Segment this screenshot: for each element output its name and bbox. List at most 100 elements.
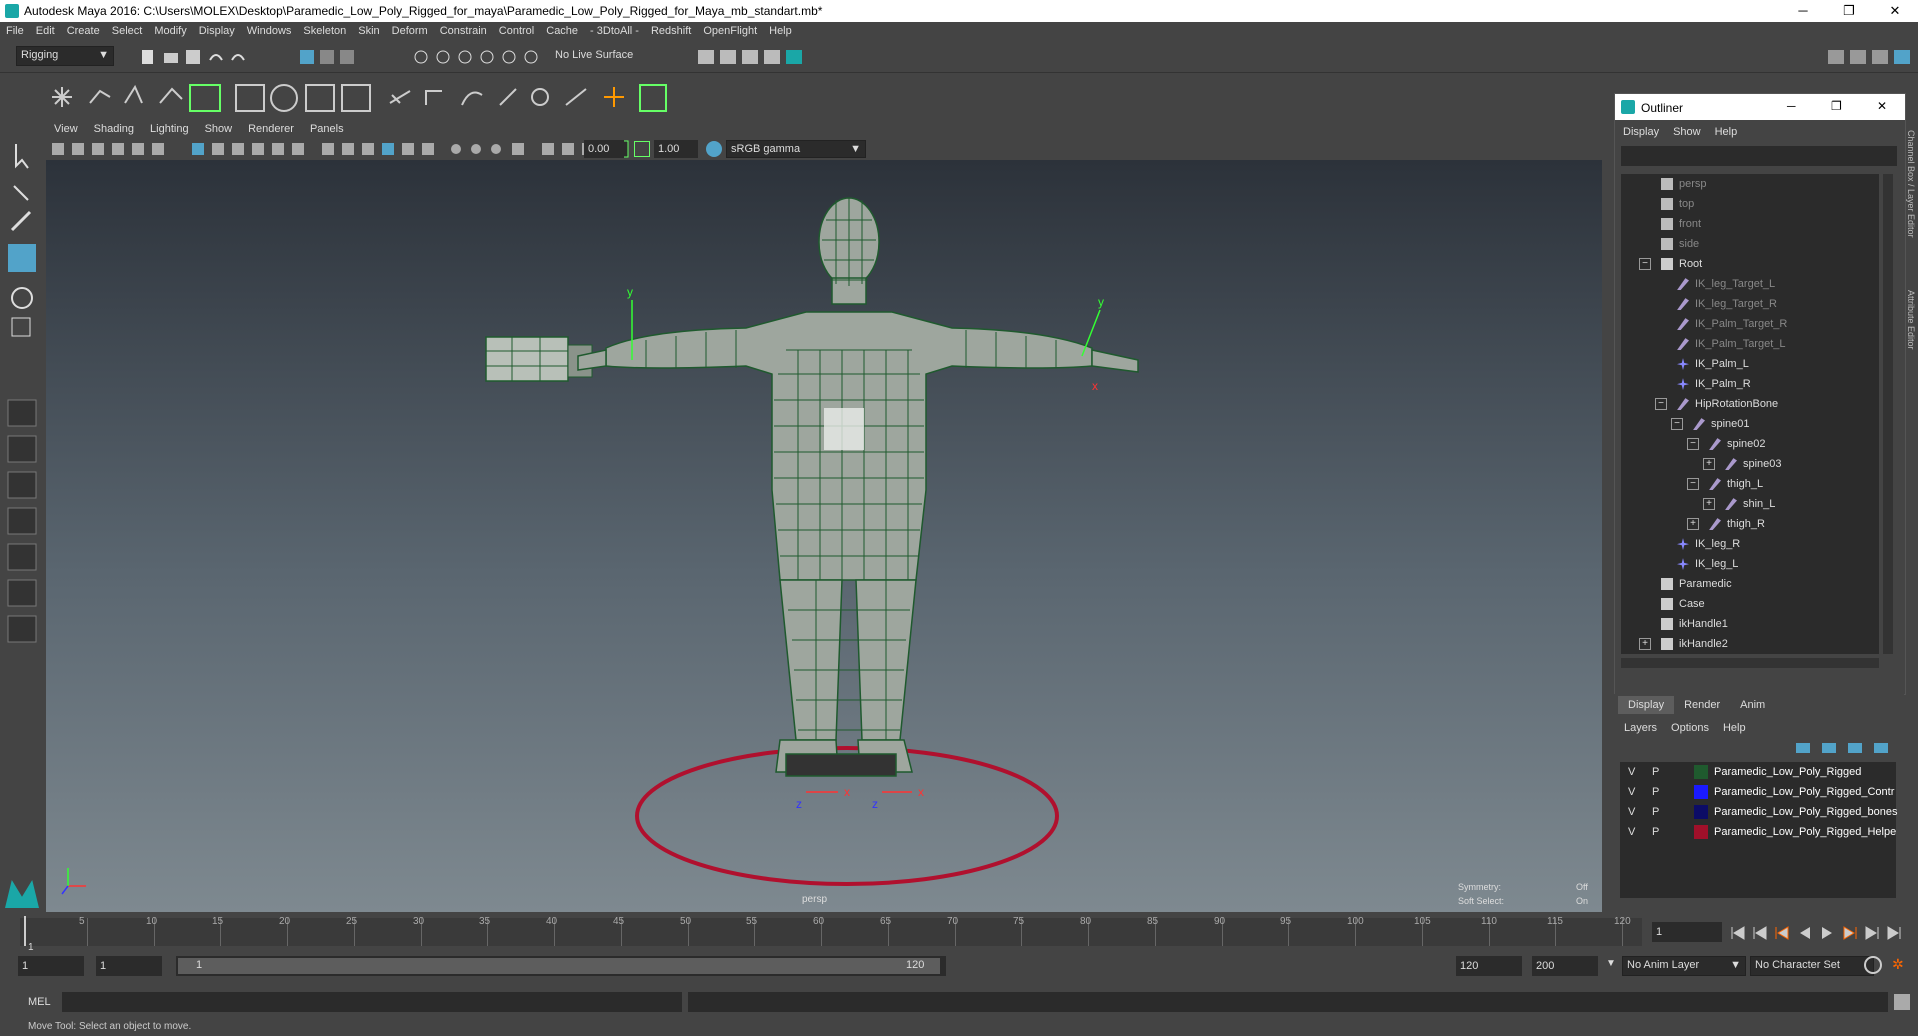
outliner-item[interactable]: top — [1661, 194, 1694, 214]
minimize-button[interactable]: ─ — [1780, 0, 1826, 22]
menu-modify[interactable]: Modify — [148, 22, 192, 37]
menu-select[interactable]: Select — [106, 22, 149, 37]
outliner-item[interactable]: IK_Palm_Target_R — [1677, 314, 1787, 334]
layer-menu-options[interactable]: Options — [1671, 722, 1709, 734]
orient-constraint-icon[interactable] — [461, 91, 483, 106]
auto-keyframe-icon[interactable] — [1864, 956, 1882, 974]
command-language-label[interactable]: MEL — [28, 996, 51, 1008]
outliner-restore-button[interactable]: ❐ — [1831, 99, 1842, 113]
snap-view-plane-icon[interactable] — [480, 50, 494, 64]
live-surface-label[interactable]: No Live Surface — [555, 49, 633, 61]
current-frame-field[interactable]: 1 — [1652, 922, 1722, 942]
xray-joints-icon[interactable] — [562, 143, 574, 155]
layer-row[interactable]: V P Paramedic_Low_Poly_Rigged_Contr — [1620, 782, 1896, 802]
outliner-item[interactable]: + thigh_R — [1687, 514, 1765, 534]
wireframe-on-shaded-icon[interactable] — [382, 143, 394, 155]
scale-constraint-icon[interactable] — [499, 88, 517, 106]
layer-name[interactable]: Paramedic_Low_Poly_Rigged — [1714, 762, 1861, 782]
safe-title-icon[interactable] — [292, 143, 304, 155]
render-view-icon[interactable] — [698, 50, 714, 64]
wireframe-icon[interactable] — [322, 143, 334, 155]
go-to-end-icon[interactable] — [1887, 926, 1901, 940]
menu-file[interactable]: File — [0, 22, 30, 37]
menu-help[interactable]: Help — [763, 22, 798, 37]
layer-visibility-toggle[interactable]: V — [1628, 762, 1635, 782]
layer-color-swatch[interactable] — [1694, 785, 1708, 799]
paint-select-tool-icon[interactable] — [10, 210, 32, 232]
layer-visibility-toggle[interactable]: V — [1628, 822, 1635, 842]
default-material-icon[interactable] — [362, 143, 374, 155]
layer-color-swatch[interactable] — [1694, 765, 1708, 779]
restore-button[interactable]: ❐ — [1826, 0, 1872, 22]
save-scene-icon[interactable] — [186, 50, 200, 64]
collapse-icon[interactable]: − — [1687, 438, 1699, 450]
menu-constrain[interactable]: Constrain — [434, 22, 493, 37]
playback-start-field[interactable]: 1 — [96, 956, 162, 976]
outliner-item[interactable]: ikHandle1 — [1661, 614, 1728, 634]
outliner-menu-display[interactable]: Display — [1623, 126, 1659, 138]
panel-menu-show[interactable]: Show — [197, 122, 241, 135]
layer-playback-toggle[interactable]: P — [1652, 802, 1659, 822]
playback-end-field[interactable]: 120 — [1456, 956, 1522, 976]
range-slider[interactable]: 1 120 — [176, 956, 946, 976]
snap-projected-center-icon[interactable] — [524, 50, 538, 64]
gamma-icon[interactable] — [634, 141, 650, 157]
menu-skin[interactable]: Skin — [352, 22, 385, 37]
layer-playback-toggle[interactable]: P — [1652, 782, 1659, 802]
outliner-item[interactable]: − HipRotationBone — [1655, 394, 1778, 414]
ambient-occlusion-icon[interactable] — [471, 144, 481, 154]
persp-graph-layout-icon[interactable] — [7, 507, 37, 535]
channel-box-toggle-icon[interactable] — [1894, 50, 1910, 64]
undo-icon[interactable] — [209, 54, 223, 61]
outliner-item[interactable]: IK_Palm_Target_L — [1677, 334, 1786, 354]
go-to-start-icon[interactable] — [1731, 926, 1745, 940]
end-time-field[interactable]: 200 — [1532, 956, 1598, 976]
camera-attributes-icon[interactable] — [72, 143, 84, 155]
step-back-key-icon[interactable] — [1753, 926, 1767, 940]
outliner-item[interactable]: IK_leg_Target_R — [1677, 294, 1777, 314]
outliner-close-button[interactable]: ✕ — [1877, 99, 1887, 113]
select-by-component-icon[interactable] — [340, 50, 354, 64]
outliner-item[interactable]: persp — [1661, 174, 1707, 194]
panel-menu-renderer[interactable]: Renderer — [240, 122, 302, 135]
create-empty-layer-icon[interactable] — [1848, 743, 1862, 753]
outliner-item[interactable]: IK_Palm_R — [1677, 374, 1751, 394]
new-scene-icon[interactable] — [142, 50, 153, 64]
outliner-item[interactable]: side — [1661, 234, 1699, 254]
step-forward-key-icon[interactable] — [1865, 926, 1879, 940]
outliner-minimize-button[interactable]: ─ — [1787, 99, 1796, 113]
step-back-frame-icon[interactable] — [1775, 926, 1789, 940]
view-transform-dropdown[interactable]: sRGB gamma ▼ — [726, 140, 866, 158]
paramedic-mesh[interactable] — [577, 197, 1139, 777]
isolate-select-icon[interactable] — [542, 143, 554, 155]
perspective-viewport[interactable]: y y x x x z z persp Symmetry: Off Soft S… — [46, 160, 1602, 912]
gamma-field[interactable]: 1.00 — [654, 140, 698, 158]
move-tool-icon[interactable] — [8, 244, 36, 272]
grid-toggle-icon[interactable] — [132, 143, 144, 155]
layer-row[interactable]: V P Paramedic_Low_Poly_Rigged_bones — [1620, 802, 1897, 822]
expand-icon[interactable]: + — [1639, 638, 1651, 650]
collapse-icon[interactable]: − — [1687, 478, 1699, 490]
character-set-dropdown[interactable]: No Character Set — [1750, 956, 1874, 976]
panel-menu-lighting[interactable]: Lighting — [142, 122, 197, 135]
tab-display[interactable]: Display — [1618, 696, 1675, 714]
menu-deform[interactable]: Deform — [386, 22, 434, 37]
bookmark-icon[interactable] — [92, 143, 104, 155]
menu-3dtoall[interactable]: - 3DtoAll - — [584, 22, 645, 37]
snap-point-icon[interactable] — [458, 50, 472, 64]
play-forwards-icon[interactable] — [1822, 927, 1832, 939]
step-forward-frame-icon[interactable] — [1843, 926, 1857, 940]
image-plane-icon[interactable] — [112, 143, 124, 155]
menu-control[interactable]: Control — [493, 22, 540, 37]
select-by-hierarchy-icon[interactable] — [300, 50, 314, 64]
gate-mask-icon[interactable] — [232, 143, 244, 155]
color-management-icon[interactable] — [706, 141, 722, 157]
parent-constraint-icon[interactable] — [389, 90, 411, 104]
anti-aliasing-icon[interactable] — [512, 143, 524, 155]
joint-tool-icon[interactable] — [52, 87, 72, 107]
aim-constraint-icon[interactable] — [531, 88, 549, 106]
menu-create[interactable]: Create — [61, 22, 106, 37]
select-camera-icon[interactable] — [52, 143, 64, 155]
locator-icon[interactable] — [604, 87, 624, 107]
shadows-icon[interactable] — [451, 144, 461, 154]
